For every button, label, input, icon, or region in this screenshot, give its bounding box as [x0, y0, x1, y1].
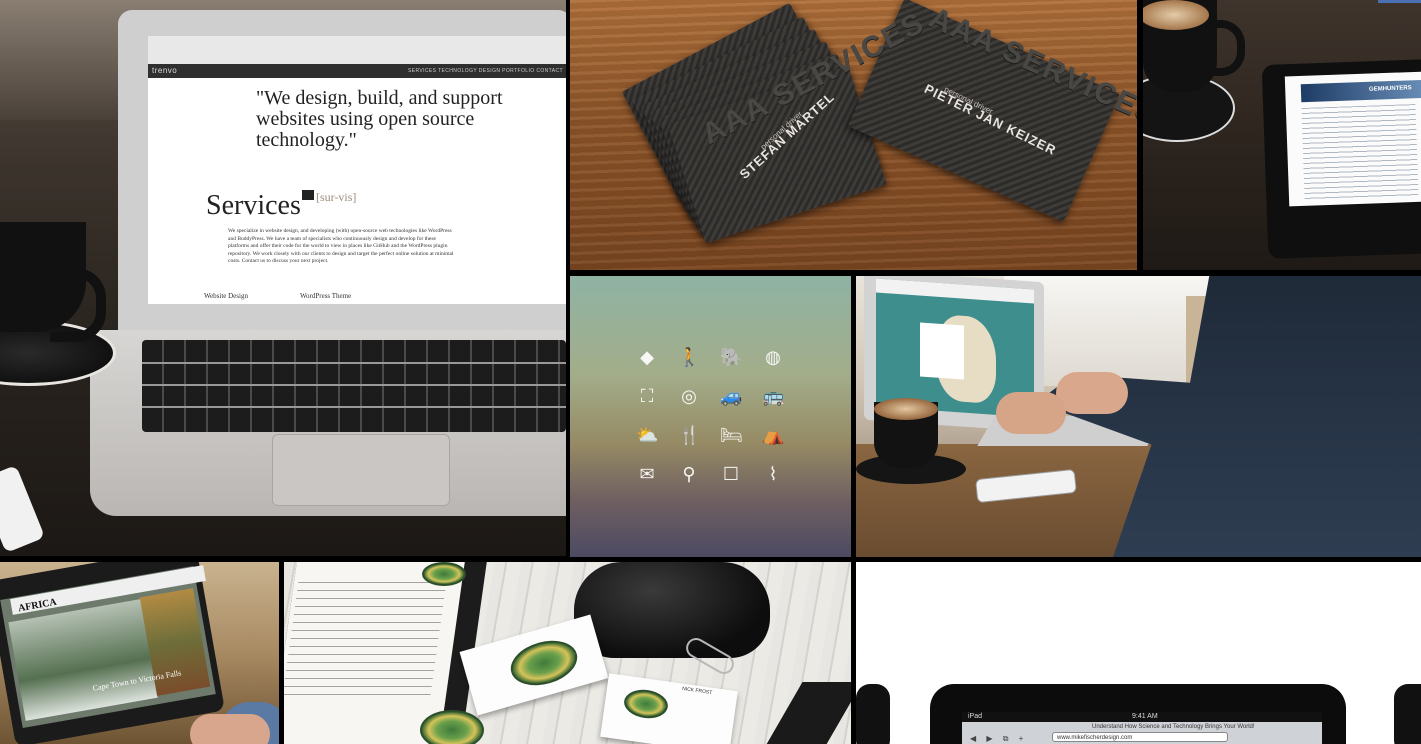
gallery-tile-icon-set[interactable]: ◆ 🚶 🐘 ◍ ⛶ ◎ 🚙 🚌 ⛅ 🍴 🛏 ⛺ ✉ ⚲ ☐ ⌇: [570, 276, 851, 557]
sunset-icon: ⛅: [636, 425, 659, 445]
binoculars-icon: ⛶: [640, 386, 654, 406]
site-card: [920, 322, 964, 380]
jeep-icon: 🚙: [720, 386, 743, 406]
site-quote: "We design, build, and support websites …: [256, 87, 503, 151]
compass-icon: ◎: [681, 386, 697, 406]
key-row-divider: [142, 362, 566, 364]
gallery-tile-laptop-website[interactable]: trenvo SERVICES TECHNOLOGY DESIGN PORTFO…: [0, 0, 566, 556]
site-nav-links: SERVICES TECHNOLOGY DESIGN PORTFOLIO CON…: [408, 68, 563, 74]
smartphone: [0, 464, 46, 554]
laptop-keyboard: [142, 340, 566, 432]
hiker-icon: 🚶: [678, 347, 701, 367]
africa-icon: ◆: [640, 347, 654, 367]
hand: [190, 714, 270, 744]
chat-icon: ☐: [722, 464, 740, 484]
logo-icon: [420, 710, 484, 744]
services-heading: Services: [206, 190, 301, 221]
gallery-tile-africa-site[interactable]: AFRICA Cape Town to Victoria Falls: [0, 562, 279, 744]
ipad-right: [1394, 684, 1421, 744]
pen: [765, 682, 851, 744]
hand: [1056, 372, 1128, 414]
laptop-trackpad: [272, 434, 450, 506]
cutlery-icon: 🍴: [678, 425, 701, 445]
page-header: Understand How Science and Technology Br…: [1092, 724, 1255, 730]
coffee-crema: [874, 398, 938, 420]
gallery-tile-ipads[interactable]: iPad 9:41 AM Understand How Science and …: [856, 562, 1421, 744]
gallery-tile-tablet-coffee[interactable]: GEMHUNTERS: [1143, 0, 1421, 270]
icon-grid: ◆ 🚶 🐘 ◍ ⛶ ◎ 🚙 🚌 ⛅ 🍴 🛏 ⛺ ✉ ⚲ ☐ ⌇: [570, 276, 851, 557]
browser-chrome: [148, 36, 566, 65]
logo-icon: [422, 562, 466, 586]
footer-wordpress-theme: WordPress Theme: [300, 292, 352, 300]
site-text: [1301, 104, 1419, 200]
clock: 9:41 AM: [1132, 713, 1158, 720]
paperclip-icon: ⌇: [768, 464, 778, 484]
business-card: [600, 673, 738, 744]
tent-icon: ⛺: [762, 425, 785, 445]
key-row-divider: [142, 406, 566, 408]
search-icon: ⚲: [682, 464, 696, 484]
gallery-tile-man-laptop[interactable]: [856, 276, 1421, 557]
cup-handle: [1207, 20, 1245, 76]
footer-website-design: Website Design: [204, 292, 248, 300]
mail-icon: ✉: [639, 464, 655, 484]
elephant-icon: 🐘: [720, 347, 743, 367]
services-paragraph: We specialize in website design, and dev…: [228, 228, 454, 264]
ipad-left: [856, 684, 890, 744]
bed-icon: 🛏: [720, 425, 743, 445]
gallery-tile-business-cards[interactable]: AAA SERVICES STEFAN MARTEL personal driv…: [570, 0, 1137, 270]
browser-toolbar-icons: ◀ ▶ ⧉ +: [970, 734, 1028, 743]
device-label: iPad: [968, 713, 983, 720]
key-row-divider: [142, 384, 566, 386]
cup-handle: [50, 268, 106, 342]
bus-icon: 🚌: [762, 386, 785, 406]
globe-icon: ◍: [765, 347, 781, 367]
services-pronunciation: [sur-vis]: [316, 190, 357, 204]
letter-text: [284, 582, 447, 702]
glasses-case: [574, 562, 770, 658]
speech-flag-icon: [302, 190, 314, 200]
site-brand: trenvo: [152, 66, 178, 75]
corner-accent: [1378, 0, 1421, 3]
hand: [996, 392, 1066, 434]
url-bar: www.mikefischerdesign.com: [1052, 732, 1228, 742]
gallery-tile-stationery[interactable]: NICK FROST: [284, 562, 851, 744]
